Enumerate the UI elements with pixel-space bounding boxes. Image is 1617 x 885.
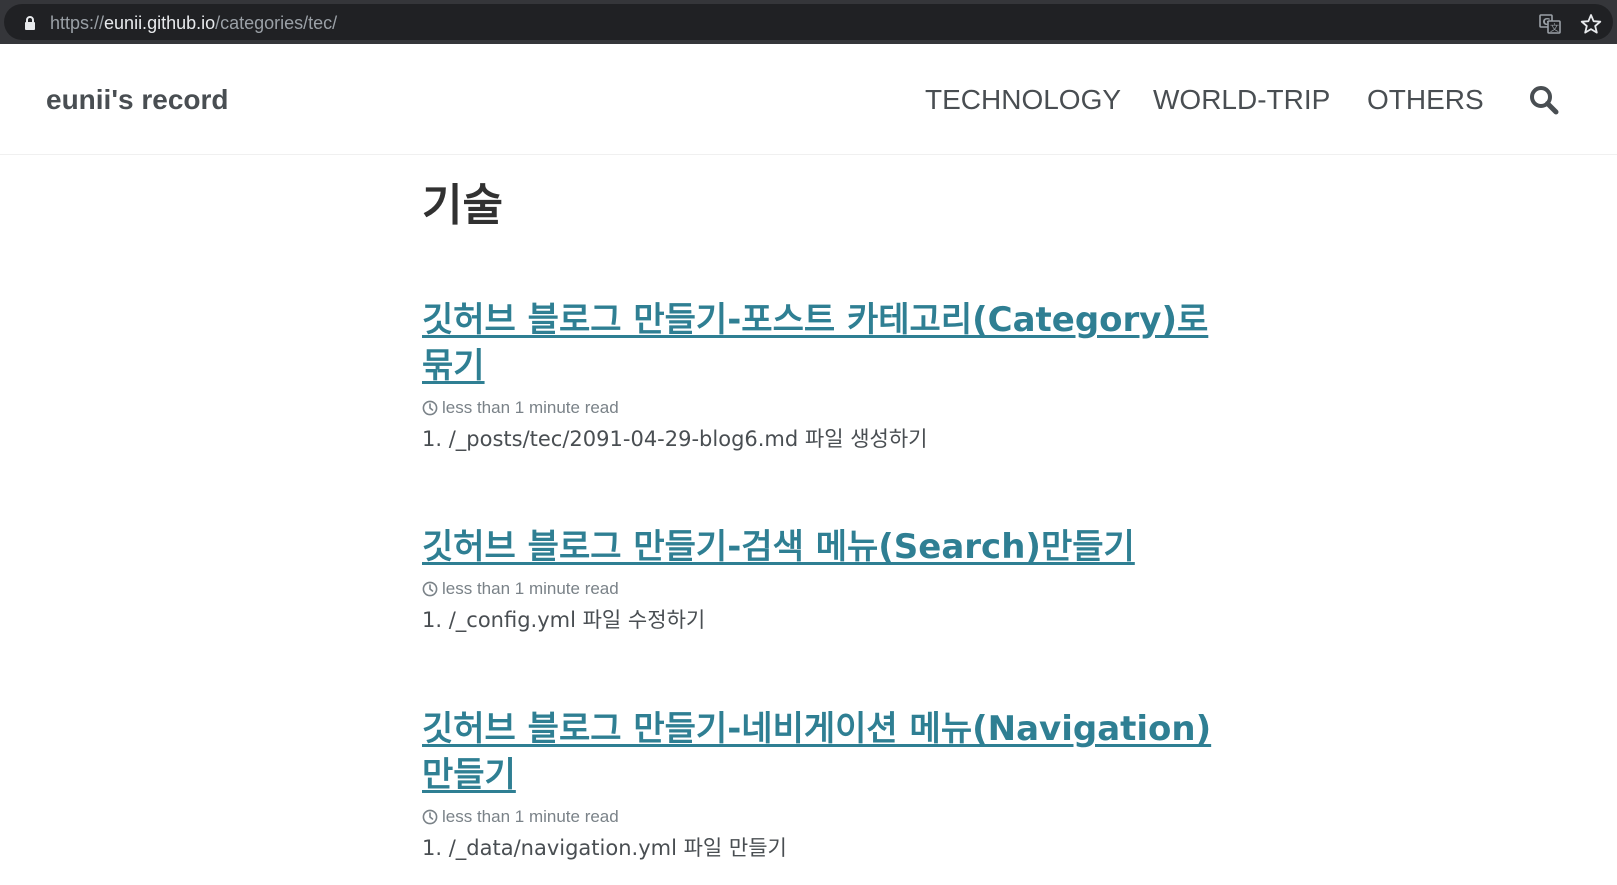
search-icon[interactable] [1528, 84, 1560, 116]
post-title-link[interactable]: 깃허브 블로그 만들기-네비게이션 메뉴(Navigation)만들기 [422, 706, 1212, 798]
site-title-link[interactable]: eunii's record [46, 82, 229, 118]
address-bar[interactable]: https://eunii.github.io/categories/tec/ … [4, 4, 1613, 40]
translate-icon[interactable]: G 文 [1539, 14, 1561, 34]
clock-icon [422, 581, 438, 597]
url-text[interactable]: https://eunii.github.io/categories/tec/ [50, 12, 337, 34]
site-masthead: eunii's record TECHNOLOGY WORLD-TRIP OTH… [0, 44, 1617, 155]
post-excerpt: 1. /_posts/tec/2091-04-29-blog6.md 파일 생성… [422, 427, 928, 451]
post-item: 깃허브 블로그 만들기-포스트 카테고리(Category)로 묶기 less … [422, 297, 1212, 474]
read-time-text: less than 1 minute read [442, 579, 619, 598]
svg-text:文: 文 [1550, 22, 1559, 34]
post-item: 깃허브 블로그 만들기-검색 메뉴(Search)만들기 less than 1… [422, 524, 1212, 655]
nav-link-others[interactable]: OTHERS [1367, 82, 1484, 118]
post-title-link[interactable]: 깃허브 블로그 만들기-포스트 카테고리(Category)로 묶기 [422, 297, 1212, 389]
read-time-text: less than 1 minute read [442, 807, 619, 826]
post-excerpt: 1. /_config.yml 파일 수정하기 [422, 608, 706, 632]
browser-toolbar: https://eunii.github.io/categories/tec/ … [0, 0, 1617, 44]
post-title-link[interactable]: 깃허브 블로그 만들기-검색 메뉴(Search)만들기 [422, 524, 1212, 570]
nav-link-technology[interactable]: TECHNOLOGY [925, 82, 1121, 118]
clock-icon [422, 809, 438, 825]
page-title: 기술 [422, 180, 503, 231]
post-read-time: less than 1 minute read [422, 397, 1212, 419]
url-path: /categories/tec/ [215, 13, 338, 33]
clock-icon [422, 400, 438, 416]
nav-link-world-trip[interactable]: WORLD-TRIP [1153, 82, 1330, 118]
post-item: 깃허브 블로그 만들기-네비게이션 메뉴(Navigation)만들기 less… [422, 706, 1212, 883]
url-scheme: https:// [50, 13, 105, 33]
url-host: eunii.github.io [104, 13, 216, 33]
read-time-text: less than 1 minute read [442, 398, 619, 417]
lock-icon[interactable] [23, 15, 37, 31]
post-read-time: less than 1 minute read [422, 806, 1212, 828]
post-excerpt: 1. /_data/navigation.yml 파일 만들기 [422, 836, 787, 860]
star-icon[interactable] [1580, 13, 1602, 35]
post-read-time: less than 1 minute read [422, 578, 1212, 600]
